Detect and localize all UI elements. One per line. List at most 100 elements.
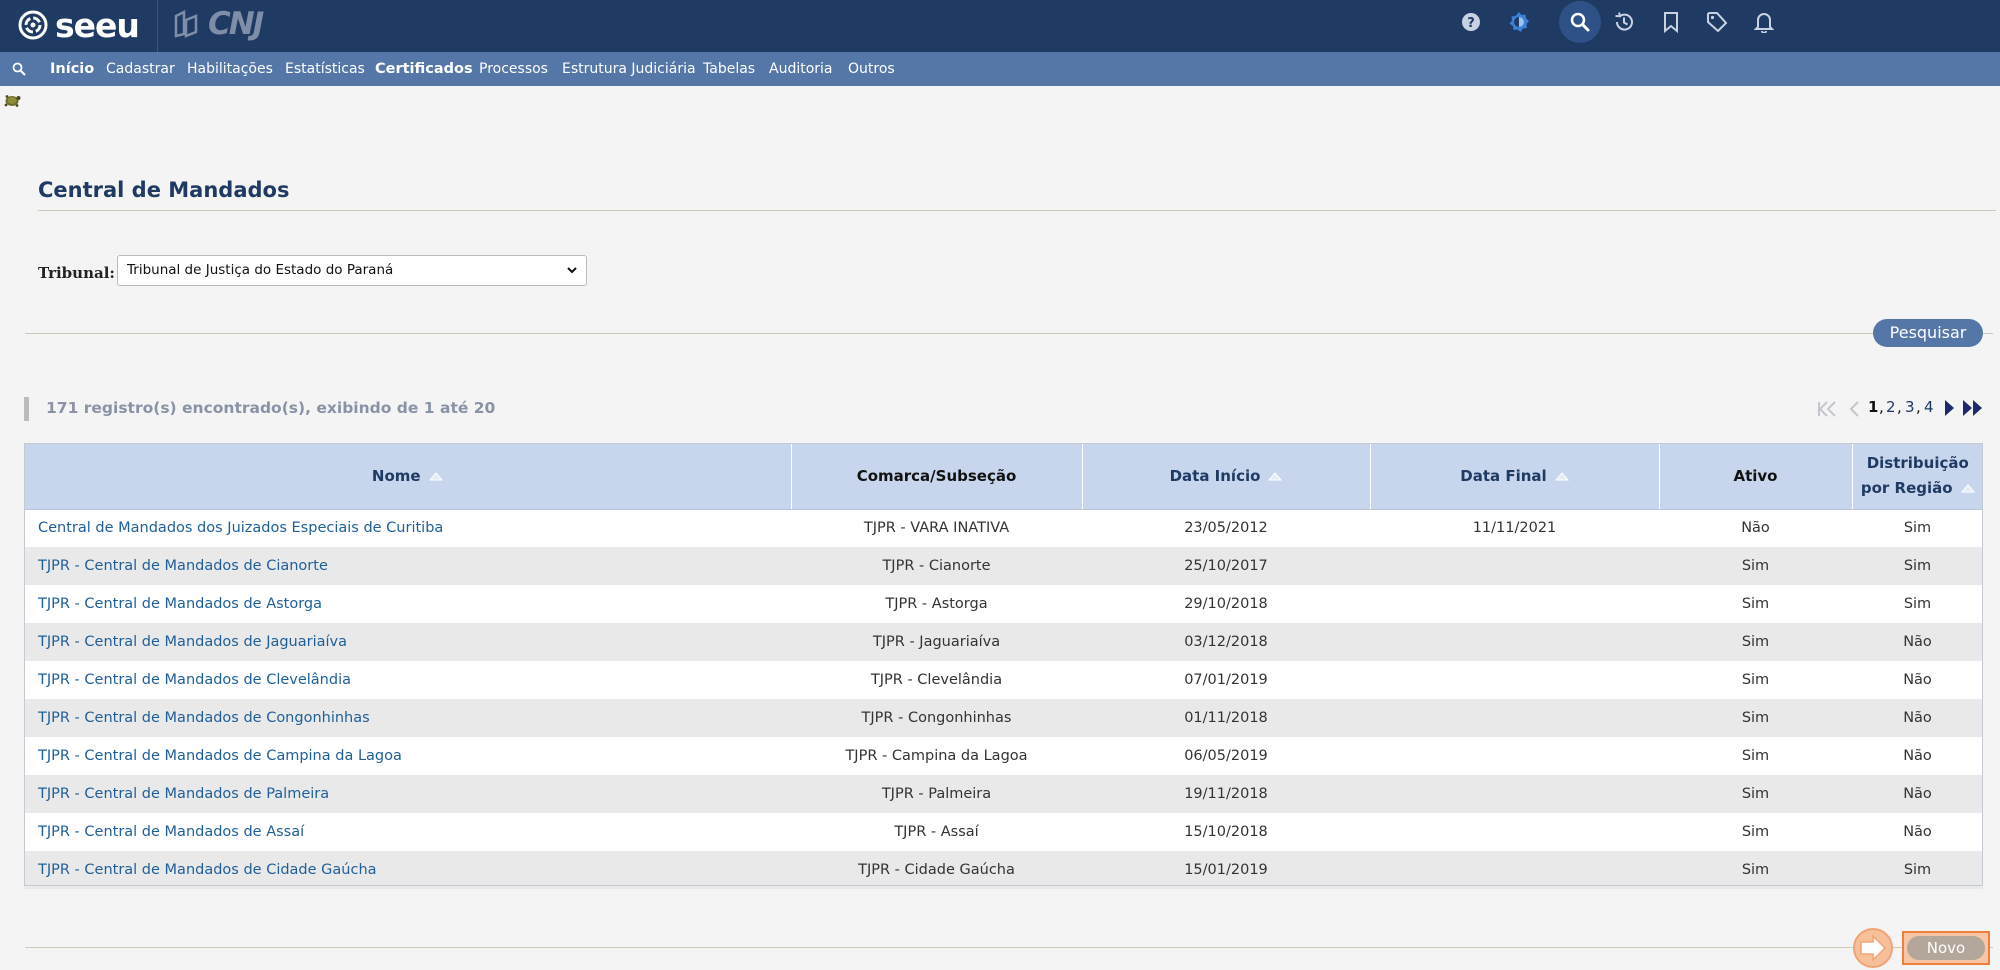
- row-data-final: [1370, 851, 1659, 889]
- cnj-emblem-icon: [174, 10, 198, 38]
- first-page-icon[interactable]: [1817, 400, 1839, 422]
- row-name-link[interactable]: TJPR - Central de Mandados de Jaguariaív…: [24, 623, 791, 661]
- novo-button[interactable]: Novo: [1902, 931, 1990, 965]
- menu-item-certificados[interactable]: Certificados: [375, 52, 473, 86]
- column-header-comarca: Comarca/Subseção: [791, 443, 1083, 510]
- row-name-link[interactable]: TJPR - Central de Mandados de Astorga: [24, 585, 791, 623]
- column-header-label: por Região: [1860, 478, 1953, 497]
- pointer-arrow-icon: [1853, 928, 1893, 968]
- menu-search-icon[interactable]: [12, 52, 26, 86]
- help-icon[interactable]: ?: [1456, 7, 1486, 37]
- top-bar: seeu CNJ ?: [0, 0, 2000, 52]
- row-ativo: Sim: [1659, 661, 1852, 699]
- previous-page-icon[interactable]: [1848, 400, 1860, 422]
- row-name-link[interactable]: TJPR - Central de Mandados de Cianorte: [24, 547, 791, 585]
- page-link-2[interactable]: 2: [1886, 398, 1896, 416]
- row-name-link[interactable]: Central de Mandados dos Juizados Especia…: [24, 509, 791, 547]
- mandados-table: Nome Comarca/Subseção Data Início Data F…: [24, 443, 1983, 889]
- page-separator: ,: [1916, 398, 1921, 416]
- row-ativo: Sim: [1659, 737, 1852, 775]
- menu-item-outros[interactable]: Outros: [848, 52, 895, 86]
- menu-item-tabelas[interactable]: Tabelas: [703, 52, 755, 86]
- seeu-logo[interactable]: seeu: [17, 5, 140, 45]
- search-icon[interactable]: [1559, 1, 1601, 43]
- column-header-label: Nome: [371, 466, 421, 485]
- menu-item-auditoria[interactable]: Auditoria: [769, 52, 833, 86]
- row-ativo: Sim: [1659, 775, 1852, 813]
- row-name-link[interactable]: TJPR - Central de Mandados de Congonhinh…: [24, 699, 791, 737]
- row-ativo: Sim: [1659, 623, 1852, 661]
- row-data-final: [1370, 623, 1659, 661]
- column-header-nome[interactable]: Nome: [24, 443, 792, 510]
- tribunal-select[interactable]: Tribunal de Justiça do Estado do Paraná: [117, 255, 587, 286]
- logo-text: seeu: [55, 5, 140, 45]
- history-icon[interactable]: [1609, 7, 1639, 37]
- page-separator: ,: [1897, 398, 1902, 416]
- actions-divider: [25, 947, 1993, 948]
- page-title: Central de Mandados: [38, 178, 290, 202]
- table-header-row: Nome Comarca/Subseção Data Início Data F…: [24, 443, 1983, 510]
- records-marker: [24, 397, 29, 421]
- column-header-data-inicio[interactable]: Data Início: [1082, 443, 1371, 510]
- row-comarca: TJPR - Cidade Gaúcha: [791, 851, 1082, 889]
- row-comarca: TJPR - Assaí: [791, 813, 1082, 851]
- menu-item-cadastrar[interactable]: Cadastrar: [106, 52, 175, 86]
- row-name-link[interactable]: TJPR - Central de Mandados de Palmeira: [24, 775, 791, 813]
- row-data-inicio: 03/12/2018: [1082, 623, 1370, 661]
- column-header-label: Data Início: [1169, 466, 1261, 485]
- row-distribuicao: Sim: [1852, 509, 1983, 547]
- row-ativo: Sim: [1659, 851, 1852, 889]
- column-header-data-final[interactable]: Data Final: [1370, 443, 1660, 510]
- row-data-inicio: 01/11/2018: [1082, 699, 1370, 737]
- page-separator: ,: [1879, 398, 1884, 416]
- bookmark-icon[interactable]: [1656, 7, 1686, 37]
- table-row: TJPR - Central de Mandados de Clevelândi…: [24, 661, 1983, 699]
- row-data-final: [1370, 661, 1659, 699]
- menu-item-processos[interactable]: Processos: [479, 52, 548, 86]
- last-page-icon[interactable]: [1962, 399, 1984, 421]
- row-comarca: TJPR - Jaguariaíva: [791, 623, 1082, 661]
- row-ativo: Sim: [1659, 547, 1852, 585]
- column-header-distribuicao[interactable]: Distribuição por Região: [1852, 443, 1983, 510]
- table-row: TJPR - Central de Mandados de Cianorte T…: [24, 547, 1983, 585]
- menu-item-estatisticas[interactable]: Estatísticas: [285, 52, 365, 86]
- next-page-icon[interactable]: [1943, 399, 1955, 421]
- row-data-inicio: 29/10/2018: [1082, 585, 1370, 623]
- tag-icon[interactable]: [1702, 7, 1732, 37]
- row-data-final: [1370, 775, 1659, 813]
- menu-item-estrutura-judiciaria[interactable]: Estrutura Judiciária: [562, 52, 696, 86]
- row-data-inicio: 15/10/2018: [1082, 813, 1370, 851]
- menu-item-habilitacoes[interactable]: Habilitações: [187, 52, 273, 86]
- row-comarca: TJPR - Astorga: [791, 585, 1082, 623]
- turtle-icon: [2, 90, 22, 114]
- tribunal-select-value: Tribunal de Justiça do Estado do Paraná: [127, 262, 394, 278]
- row-name-link[interactable]: TJPR - Central de Mandados de Cidade Gaú…: [24, 851, 791, 889]
- table-row: TJPR - Central de Mandados de Congonhinh…: [24, 699, 1983, 737]
- sort-icon: [1960, 484, 1975, 493]
- row-data-inicio: 25/10/2017: [1082, 547, 1370, 585]
- tribunal-label: Tribunal:: [38, 264, 115, 282]
- row-distribuicao: Não: [1852, 813, 1983, 851]
- menu-item-inicio[interactable]: Início: [50, 52, 94, 86]
- row-name-link[interactable]: TJPR - Central de Mandados de Clevelândi…: [24, 661, 791, 699]
- row-comarca: TJPR - VARA INATIVA: [791, 509, 1082, 547]
- logo-divider: [157, 0, 158, 52]
- row-name-link[interactable]: TJPR - Central de Mandados de Campina da…: [24, 737, 791, 775]
- row-ativo: Sim: [1659, 585, 1852, 623]
- row-ativo: Sim: [1659, 699, 1852, 737]
- row-distribuicao: Não: [1852, 623, 1983, 661]
- page-link-4[interactable]: 4: [1924, 398, 1934, 416]
- chevron-down-icon: [567, 267, 577, 274]
- row-name-link[interactable]: TJPR - Central de Mandados de Assaí: [24, 813, 791, 851]
- row-comarca: TJPR - Palmeira: [791, 775, 1082, 813]
- contrast-icon[interactable]: [1504, 7, 1534, 37]
- search-button[interactable]: Pesquisar: [1873, 319, 1983, 347]
- table-row: TJPR - Central de Mandados de Astorga TJ…: [24, 585, 1983, 623]
- table-row: TJPR - Central de Mandados de Assaí TJPR…: [24, 813, 1983, 851]
- row-distribuicao: Sim: [1852, 851, 1983, 889]
- cnj-logo: CNJ: [172, 6, 264, 42]
- page-link-3[interactable]: 3: [1905, 398, 1915, 416]
- page-link-1[interactable]: 1: [1868, 398, 1878, 416]
- main-menu: Início Cadastrar Habilitações Estatístic…: [0, 52, 2000, 86]
- bell-icon[interactable]: [1749, 7, 1779, 37]
